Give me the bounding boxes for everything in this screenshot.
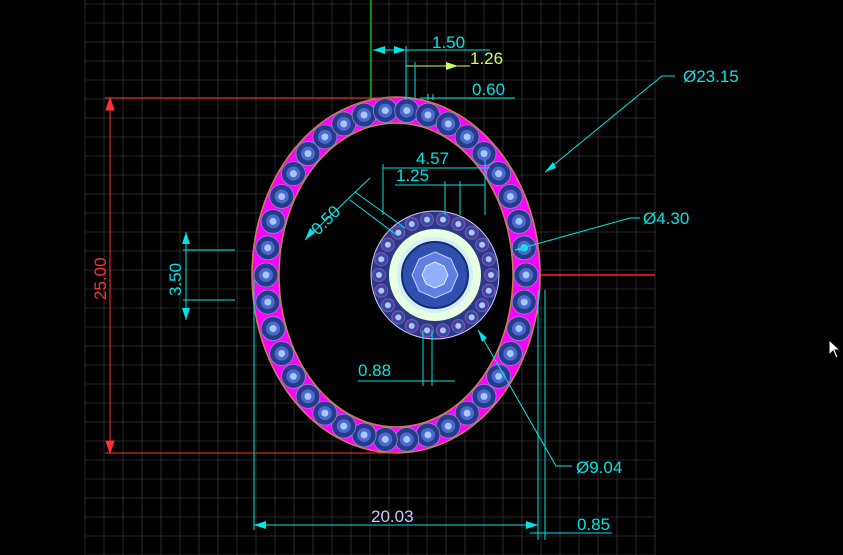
ring-stone (281, 161, 306, 187)
ring-stone (281, 363, 306, 389)
ring-stone (372, 427, 398, 452)
ring-stone (260, 316, 286, 341)
ring-stone (372, 98, 398, 123)
halo-stone (372, 268, 386, 282)
ring-stone (497, 184, 523, 209)
ring-stone (497, 341, 523, 366)
halo-stone (475, 298, 490, 313)
halo-stone (435, 212, 450, 227)
dim-text-overall-width: 20.03 (371, 507, 414, 526)
halo-stone (484, 268, 498, 282)
halo-stone (404, 217, 419, 232)
halo-stone (374, 252, 389, 267)
halo-stone (464, 310, 479, 325)
ring-stone (269, 184, 295, 209)
halo-stone (451, 318, 466, 333)
ring-stone (255, 289, 281, 315)
halo-stone (435, 323, 450, 338)
cad-viewport[interactable]: 1.50 1.26 0.60 Ø23.15 4.57 1.25 0.50 Ø4.… (0, 0, 843, 555)
ring-stone (255, 235, 281, 261)
dim-text-height-small: 3.50 (166, 263, 185, 296)
ring-stone (394, 98, 420, 123)
halo-stone (374, 283, 389, 298)
leader-outer-diameter (544, 75, 675, 173)
ring-stone (260, 209, 286, 234)
halo-stone (475, 237, 490, 252)
dim-text-overall-height: 25.00 (91, 257, 110, 300)
ring-stone (506, 316, 532, 341)
dim-text-edge-thickness: 0.85 (577, 515, 610, 534)
halo-stone (481, 252, 496, 267)
ring-stone (506, 209, 532, 234)
halo-stone (391, 310, 406, 325)
halo-stone (380, 298, 395, 313)
halo-stone (420, 212, 435, 227)
ring-stone (513, 262, 539, 288)
cad-drawing-canvas[interactable]: 1.50 1.26 0.60 Ø23.15 4.57 1.25 0.50 Ø4.… (0, 0, 843, 555)
dim-text-halo-outer-diameter: Ø9.04 (576, 458, 622, 477)
ring-stone (415, 422, 441, 448)
ring-stone (394, 427, 420, 452)
dim-text-bottom-gap: 0.88 (358, 361, 391, 380)
dim-text-center-offset: 1.25 (396, 166, 429, 185)
halo-stone (481, 283, 496, 298)
ring-stone (471, 141, 497, 167)
dim-text-halo-diameter: Ø4.30 (643, 209, 689, 228)
halo-stone (451, 217, 466, 232)
ring-stone (351, 102, 377, 128)
ring-stone (486, 161, 511, 187)
ring-stone (486, 363, 511, 389)
ring-stone (511, 289, 537, 315)
ring-stone (269, 341, 295, 366)
halo-stone (404, 318, 419, 333)
ring-stone (253, 262, 279, 288)
dim-text-outer-diameter: Ø23.15 (683, 67, 739, 86)
mouse-pointer-icon (828, 339, 842, 359)
dim-text-top-2: 1.26 (470, 49, 503, 68)
halo-stone (464, 225, 479, 240)
dim-text-top-1: 1.50 (432, 33, 465, 52)
dim-text-top-3: 0.60 (472, 80, 505, 99)
halo-stone (380, 237, 395, 252)
ring-stone (295, 383, 321, 409)
